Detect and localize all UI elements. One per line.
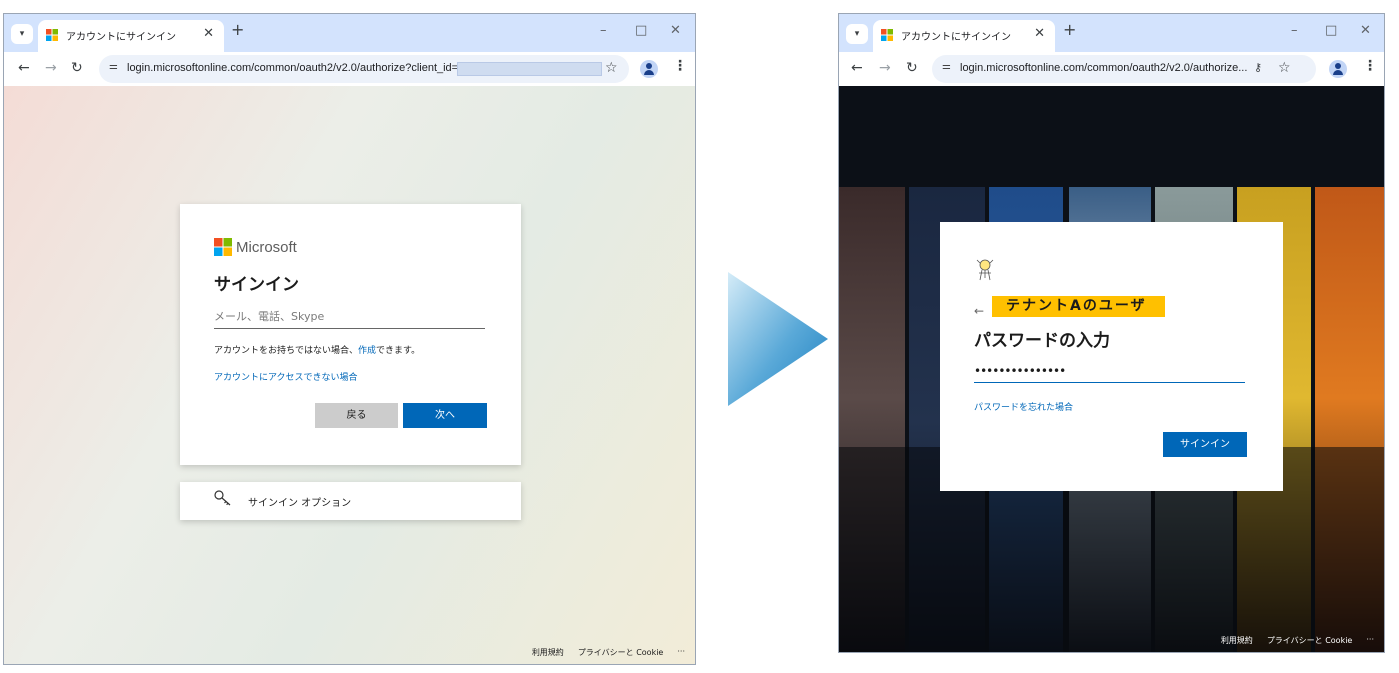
forgot-password-link[interactable]: パスワードを忘れた場合 <box>974 400 1073 413</box>
forward-icon[interactable]: → <box>45 60 57 76</box>
signin-button[interactable]: サインイン <box>1163 432 1247 457</box>
tab-signin[interactable]: アカウントにサインイン ✕ <box>873 20 1055 52</box>
cant-access-link[interactable]: アカウントにアクセスできない場合 <box>214 370 358 383</box>
url-text: login.microsoftonline.com/common/oauth2/… <box>127 62 459 74</box>
more-options-button[interactable]: ··· <box>1366 635 1374 646</box>
more-options-button[interactable]: ··· <box>677 647 685 658</box>
new-tab-button[interactable]: + <box>1063 20 1076 39</box>
microsoft-logo-icon <box>214 238 232 256</box>
reload-icon[interactable]: ↻ <box>71 60 83 76</box>
next-button[interactable]: 次へ <box>403 403 487 428</box>
redacted-client-id <box>457 62 602 76</box>
create-account-link[interactable]: 作成 <box>358 346 376 356</box>
no-account-prefix: アカウントをお持ちではない場合、 <box>214 346 359 356</box>
toolbar: ← → ↻ ⚌ login.microsoftonline.com/common… <box>839 52 1384 86</box>
back-button[interactable]: 戻る <box>315 403 398 428</box>
site-info-icon[interactable]: ⚌ <box>942 61 951 72</box>
comparison-stage: ▾ アカウントにサインイン ✕ + – □ ✕ ← → ↻ ⚌ login.mi… <box>0 0 1399 673</box>
url-text: login.microsoftonline.com/common/oauth2/… <box>960 62 1248 74</box>
signin-options-label: サインイン オプション <box>248 498 352 509</box>
page-content: Microsoft サインイン アカウントをお持ちではない場合、作成できます。 … <box>4 86 695 664</box>
page-title: パスワードの入力 <box>974 331 1110 351</box>
page-footer: 利用規約 プライバシーと Cookie ··· <box>1221 635 1374 646</box>
no-account-suffix: できます。 <box>376 346 421 356</box>
close-window-button[interactable]: ✕ <box>670 23 681 38</box>
no-account-text: アカウントをお持ちではない場合、作成できます。 <box>214 343 420 356</box>
profile-avatar-icon[interactable] <box>640 60 658 78</box>
address-bar[interactable]: ⚌ login.microsoftonline.com/common/oauth… <box>932 55 1316 83</box>
key-icon <box>214 490 232 510</box>
email-field[interactable] <box>214 305 485 329</box>
password-key-icon[interactable]: ⚷ <box>1254 61 1262 74</box>
tab-title: アカウントにサインイン <box>66 32 176 43</box>
back-icon[interactable]: ← <box>18 60 30 76</box>
microsoft-logo-icon <box>46 29 58 41</box>
password-card: ← テナントAのユーザ パスワードの入力 パスワードを忘れた場合 サインイン <box>940 222 1283 491</box>
microsoft-logo-icon <box>881 29 893 41</box>
tab-search-button[interactable]: ▾ <box>11 24 33 44</box>
maximize-button[interactable]: □ <box>1325 23 1337 38</box>
minimize-button[interactable]: – <box>1291 23 1298 38</box>
menu-kebab-icon[interactable]: ⋮ <box>1363 58 1377 74</box>
close-window-button[interactable]: ✕ <box>1360 23 1371 38</box>
toolbar: ← → ↻ ⚌ login.microsoftonline.com/common… <box>4 52 695 86</box>
tab-bar: ▾ アカウントにサインイン ✕ + – □ ✕ <box>4 14 695 52</box>
minimize-button[interactable]: – <box>600 23 607 38</box>
signin-card: Microsoft サインイン アカウントをお持ちではない場合、作成できます。 … <box>180 204 521 465</box>
tab-close-icon[interactable]: ✕ <box>1034 26 1045 41</box>
password-field[interactable] <box>974 359 1245 383</box>
site-info-icon[interactable]: ⚌ <box>109 61 118 72</box>
privacy-link[interactable]: プライバシーと Cookie <box>578 647 664 658</box>
tab-signin[interactable]: アカウントにサインイン ✕ <box>38 20 224 52</box>
brand-name: Microsoft <box>236 238 297 256</box>
menu-kebab-icon[interactable]: ⋮ <box>673 58 687 74</box>
privacy-link[interactable]: プライバシーと Cookie <box>1267 635 1353 646</box>
signin-options-button[interactable]: サインイン オプション <box>180 482 521 520</box>
browser-window-right: ▾ アカウントにサインイン ✕ + – □ ✕ ← → ↻ ⚌ login.mi… <box>838 13 1385 653</box>
maximize-button[interactable]: □ <box>635 23 647 38</box>
page-content: ← テナントAのユーザ パスワードの入力 パスワードを忘れた場合 サインイン 利… <box>839 86 1384 652</box>
profile-avatar-icon[interactable] <box>1329 60 1347 78</box>
forward-icon[interactable]: → <box>879 60 891 76</box>
mascot-illustration-icon <box>974 258 996 287</box>
browser-window-left: ▾ アカウントにサインイン ✕ + – □ ✕ ← → ↻ ⚌ login.mi… <box>3 13 696 665</box>
tab-search-button[interactable]: ▾ <box>846 24 868 44</box>
back-arrow-icon[interactable]: ← <box>974 304 984 318</box>
back-icon[interactable]: ← <box>851 60 863 76</box>
tab-close-icon[interactable]: ✕ <box>203 26 214 41</box>
tab-title: アカウントにサインイン <box>901 32 1011 43</box>
tab-bar: ▾ アカウントにサインイン ✕ + – □ ✕ <box>839 14 1384 52</box>
new-tab-button[interactable]: + <box>231 20 244 39</box>
page-title: サインイン <box>214 275 299 295</box>
terms-link[interactable]: 利用規約 <box>1221 635 1253 646</box>
microsoft-brand: Microsoft <box>214 238 297 256</box>
transition-arrow-icon <box>728 272 828 406</box>
bookmark-star-icon[interactable]: ☆ <box>605 60 618 76</box>
address-bar[interactable]: ⚌ login.microsoftonline.com/common/oauth… <box>99 55 629 83</box>
page-footer: 利用規約 プライバシーと Cookie ··· <box>532 647 685 658</box>
tenant-account-label: テナントAのユーザ <box>992 296 1165 317</box>
reload-icon[interactable]: ↻ <box>906 60 918 76</box>
terms-link[interactable]: 利用規約 <box>532 647 564 658</box>
bookmark-star-icon[interactable]: ☆ <box>1278 60 1291 76</box>
